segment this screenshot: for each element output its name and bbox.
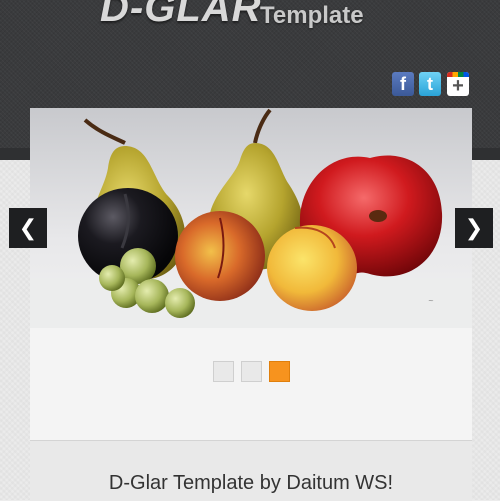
slider-prev-button[interactable]: ❮ bbox=[9, 208, 47, 248]
slider-dot-1[interactable] bbox=[213, 361, 234, 382]
slider-panel bbox=[30, 328, 472, 440]
twitter-link[interactable]: t bbox=[419, 72, 441, 96]
google-plus-link[interactable]: + bbox=[447, 72, 469, 96]
twitter-icon: t bbox=[427, 74, 433, 94]
svg-text:~: ~ bbox=[428, 297, 434, 305]
image-slider[interactable]: ~ bbox=[30, 108, 472, 328]
slider-dot-2[interactable] bbox=[241, 361, 262, 382]
facebook-link[interactable]: f bbox=[392, 72, 414, 96]
google-plus-color-bar bbox=[447, 72, 469, 77]
site-logo-subtitle: Template bbox=[260, 2, 364, 29]
slider-next-button[interactable]: ❯ bbox=[455, 208, 493, 248]
slide-image: ~ bbox=[30, 108, 472, 328]
page-caption: D-Glar Template by Daitum WS! bbox=[108, 472, 394, 494]
facebook-icon: f bbox=[400, 74, 406, 94]
site-logo[interactable]: D-GLAR bbox=[100, 0, 262, 31]
slider-dot-3[interactable] bbox=[269, 361, 290, 382]
